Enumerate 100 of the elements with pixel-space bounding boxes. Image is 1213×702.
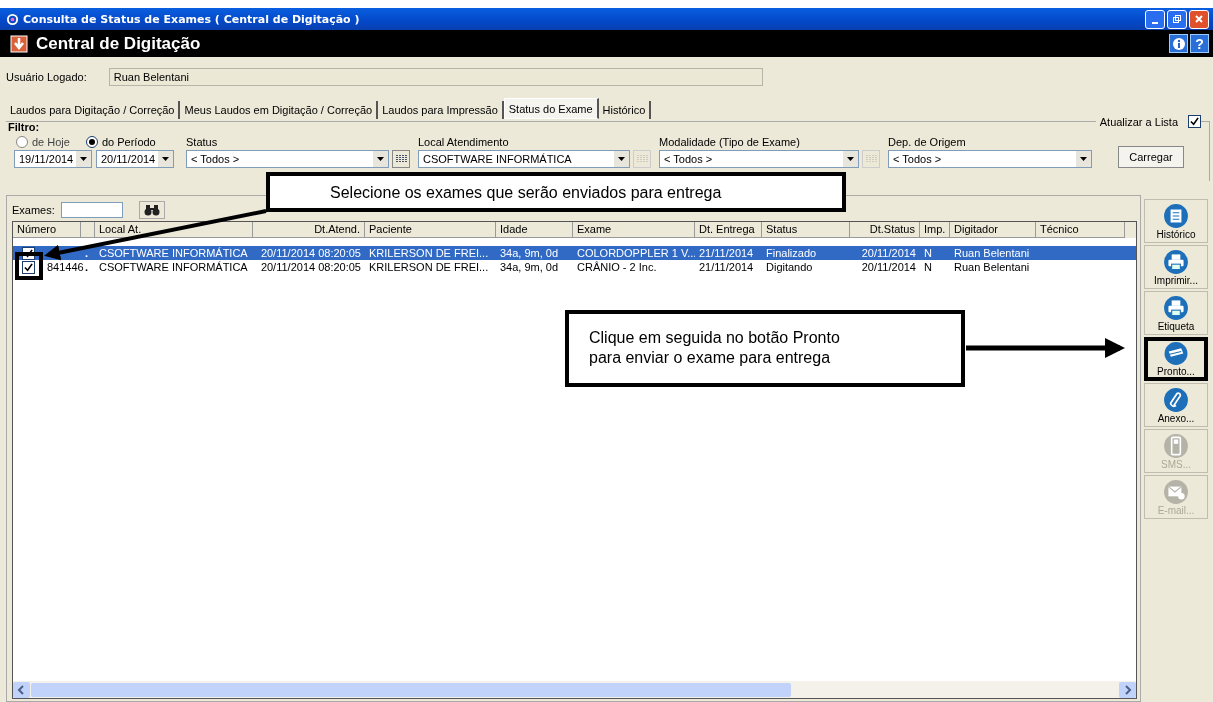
filter-label: Local Atendimento [418, 136, 510, 148]
column-header[interactable]: Paciente [365, 222, 496, 238]
app-icon [6, 12, 19, 26]
toolbar-button[interactable]: Imprimir... [1144, 245, 1208, 289]
table-cell: 20/11/2014 08:20:05 [260, 261, 361, 273]
envelope-icon [1163, 478, 1189, 505]
table-cell: Ruan Belentani [954, 261, 1030, 273]
column-header[interactable]: Idade [496, 222, 573, 238]
tab[interactable]: Laudos para Digitação / Correção [6, 101, 181, 119]
table-cell: CSOFTWARE INFORMÁTICA [99, 261, 248, 273]
table-cell: N [924, 247, 932, 259]
callout-box: Clique em seguida no botão Pronto para enviar o exame para entrega [565, 310, 965, 387]
dropdown-field[interactable]: < Todos > [659, 150, 859, 168]
picker-button[interactable] [392, 150, 410, 168]
column-header[interactable]: Status [762, 222, 850, 238]
phone-icon [1163, 432, 1189, 459]
table-row[interactable]: . CSOFTWARE INFORMÁTICA 20/11/2014 08:20:05 KRILERSON DE FREI... 34a, 9m, 0d COLORDOPPLER 1 V... 21/11/2014 Finalizado 20/11/2014 N Ruan Belentani [13, 246, 1136, 260]
table-cell: Digitando [766, 261, 813, 273]
document-icon [1163, 202, 1189, 229]
table-row[interactable]: 841446. CSOFTWARE INFORMÁTICA 20/11/2014 08:20:05 KRILERSON DE FREI... 34a, 9m, 0d CRÂNIO - 2 Inc. 21/11/2014 Digitando 20/11/2014 N Ruan Belentani [13, 260, 1136, 274]
table-cell: 21/11/2014 [699, 247, 754, 259]
date-from-field[interactable]: 19/11/2014 [14, 150, 92, 168]
printer-icon [1163, 248, 1189, 275]
info-icon [1170, 35, 1187, 52]
scroll-right-icon [1119, 681, 1136, 698]
close-button[interactable] [1189, 9, 1209, 29]
table-cell: 34a, 9m, 0d [500, 261, 559, 273]
table-cell: 20/11/2014 08:20:05 [260, 247, 361, 259]
grid-icon [636, 154, 648, 164]
toolbar-button[interactable]: Etiqueta [1144, 291, 1208, 335]
filter-label: Status [186, 136, 219, 148]
table-cell: CRÂNIO - 2 Inc. [577, 261, 657, 273]
table-cell: KRILERSON DE FREI... [369, 247, 489, 259]
table-cell: COLORDOPPLER 1 V... [577, 247, 695, 259]
tab[interactable]: Status do Exame [503, 98, 599, 119]
scroll-left-icon [13, 681, 30, 698]
checkmark-icon [1190, 117, 1199, 126]
app-title: Central de Digitação [36, 33, 201, 54]
row-checkbox[interactable] [22, 260, 35, 274]
column-header[interactable]: Dt.Status [850, 222, 920, 238]
period-radio[interactable]: de Hoje [16, 136, 70, 148]
user-label: Usuário Logado: [6, 71, 87, 83]
window-title: Consulta de Status de Exames ( Central de Digitação ) [23, 12, 360, 26]
dropdown-field[interactable]: < Todos > [888, 150, 1092, 168]
table-cell: KRILERSON DE FREI... [369, 261, 489, 273]
search-button[interactable] [138, 201, 165, 219]
highlight-frame [15, 252, 43, 280]
column-header[interactable]: Dt. Entrega [695, 222, 762, 238]
paperclip-icon [1163, 386, 1189, 413]
table-cell: 34a, 9m, 0d [500, 247, 559, 259]
tab[interactable]: Meus Laudos em Digitação / Correção [180, 101, 379, 119]
table-cell: CSOFTWARE INFORMÁTICA [99, 247, 248, 259]
scroll-thumb[interactable] [31, 682, 791, 697]
close-icon [1194, 14, 1204, 24]
restore-icon [1172, 14, 1182, 24]
column-header[interactable]: Técnico [1036, 222, 1125, 238]
user-field: Ruan Belentani [108, 68, 763, 86]
info-button[interactable] [1169, 34, 1188, 53]
grid-icon [865, 154, 877, 164]
help-button[interactable]: ? [1190, 34, 1209, 53]
filter-label: Dep. de Origem [888, 136, 967, 148]
toolbar-button[interactable]: Pronto... [1144, 337, 1208, 381]
table-cell: Ruan Belentani [954, 247, 1030, 259]
column-header[interactable]: Número [13, 222, 81, 238]
column-header[interactable]: Local At. [95, 222, 253, 238]
column-header[interactable]: Dt.Atend. [253, 222, 365, 238]
table-cell: N [924, 261, 932, 273]
dropdown-field[interactable]: < Todos > [186, 150, 389, 168]
column-header[interactable]: Digitador [950, 222, 1036, 238]
maximize-button[interactable] [1167, 9, 1187, 29]
filter-title: Filtro: [8, 121, 40, 133]
table-cell: 841446 [47, 261, 84, 273]
table-cell: . [85, 247, 89, 259]
card-icon [1163, 341, 1189, 366]
toolbar-button[interactable]: Histórico [1144, 199, 1208, 243]
load-button[interactable]: Carregar [1118, 146, 1184, 168]
callout-box: Selecione os exames que serão enviados para entrega [266, 172, 846, 212]
table-cell: 20/11/2014 [861, 247, 916, 259]
column-header[interactable]: Imp. [920, 222, 950, 238]
down-arrow-icon [10, 34, 28, 53]
filter-label: Modalidade (Tipo de Exame) [659, 136, 801, 148]
horizontal-scrollbar[interactable] [13, 681, 1136, 698]
exams-search-field[interactable] [60, 202, 123, 218]
minimize-button[interactable] [1145, 9, 1165, 29]
column-header[interactable]: Exame [573, 222, 695, 238]
date-to-field[interactable]: 20/11/2014 [96, 150, 174, 168]
tab[interactable]: Histórico [598, 101, 652, 119]
printer-icon [1163, 294, 1189, 321]
table-cell: . [85, 261, 89, 273]
refresh-checkbox[interactable]: Atualizar a Lista [1095, 115, 1201, 128]
binoculars-icon [143, 204, 160, 216]
exams-label: Exames: [12, 204, 55, 216]
grid-icon [395, 154, 407, 164]
minimize-icon [1152, 22, 1158, 24]
dropdown-field[interactable]: CSOFTWARE INFORMÁTICA [418, 150, 630, 168]
period-radio[interactable]: do Período [85, 136, 156, 148]
table-cell: 21/11/2014 [699, 261, 754, 273]
toolbar-button[interactable]: Anexo... [1144, 383, 1208, 427]
table-cell: 20/11/2014 [861, 261, 916, 273]
table-cell: Finalizado [766, 247, 817, 259]
